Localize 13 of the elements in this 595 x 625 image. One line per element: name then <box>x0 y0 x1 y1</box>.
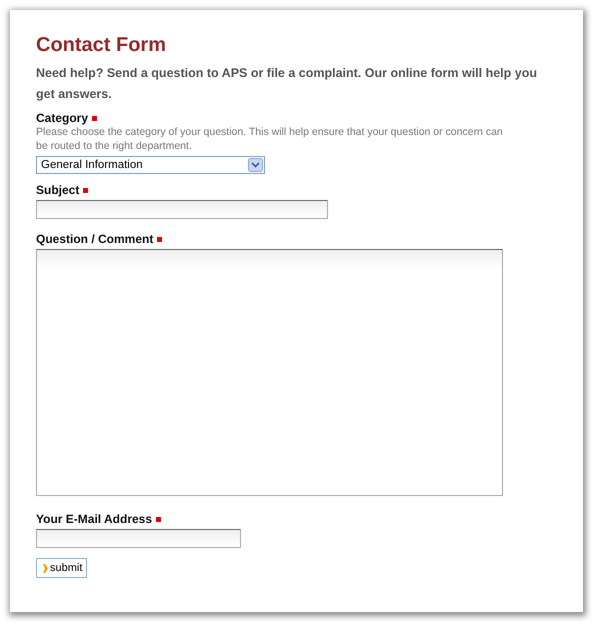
field-label: Question / Comment <box>36 232 154 246</box>
input-field[interactable] <box>36 200 328 219</box>
field-label: Your E-Mail Address <box>36 512 152 526</box>
field-label: Subject <box>36 183 80 197</box>
category-dropdown[interactable]: General Information <box>36 156 265 174</box>
form-title: Contact Form <box>36 34 167 57</box>
input-field[interactable] <box>36 529 241 548</box>
field-hint: Please choose the category of your question. This will help ensure that your question or concern can be routed to the right department. <box>36 125 504 153</box>
chevron-icon <box>43 564 48 572</box>
field-label: Category <box>36 111 88 125</box>
comment-field[interactable] <box>36 249 503 496</box>
intro-text: Need help? Send a question to APS or file a complaint. Our online form will help you get answers. <box>36 65 538 103</box>
submit-button[interactable]: submit <box>36 558 88 578</box>
